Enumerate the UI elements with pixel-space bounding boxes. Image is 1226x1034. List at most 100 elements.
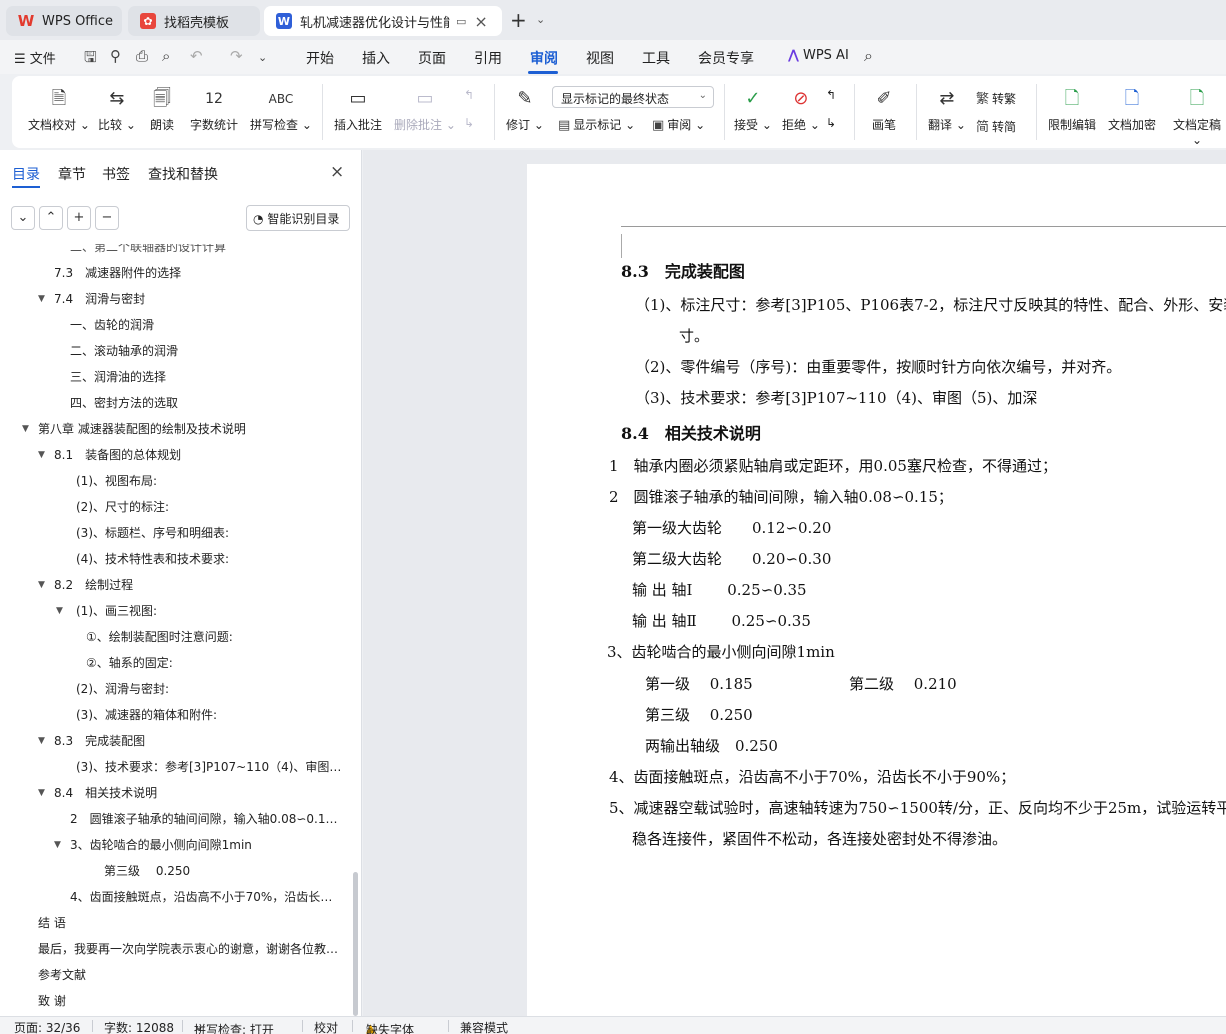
undo-icon[interactable]: ↶ bbox=[190, 47, 203, 65]
smart-toc-button[interactable]: ◔ 智能识别目录 bbox=[246, 205, 350, 231]
collapse-toggle-icon[interactable]: ▼ bbox=[54, 836, 61, 854]
share-icon[interactable]: ⚲ bbox=[110, 47, 121, 65]
redo-icon[interactable]: ↷ bbox=[230, 47, 243, 65]
insert-comment-button[interactable]: ▭ 插入批注 bbox=[334, 86, 382, 133]
chevron-down-icon[interactable]: ⌄ bbox=[258, 51, 267, 64]
window-icon[interactable]: ▭ bbox=[456, 15, 466, 28]
menu-member[interactable]: 会员专享 bbox=[698, 48, 754, 68]
toc-item[interactable]: ▼ 8.2 绘制过程 bbox=[38, 576, 340, 594]
toc-scrollbar[interactable] bbox=[353, 872, 358, 1016]
collapse-toggle-icon[interactable]: ▼ bbox=[38, 290, 45, 308]
page-indicator[interactable]: 页面: 32/36 bbox=[14, 1019, 80, 1034]
spell-check-status[interactable]: 拼写检查: 打开 ⌄ bbox=[194, 1019, 274, 1034]
collapse-toggle-icon[interactable]: ▼ bbox=[56, 602, 63, 620]
accept-button[interactable]: ✓ 接受 ⌄ bbox=[734, 86, 772, 133]
toc-item[interactable]: 一、齿轮的润滑 bbox=[70, 316, 340, 334]
add-heading-button[interactable]: + bbox=[67, 206, 91, 230]
print-icon[interactable]: ⎙ bbox=[136, 47, 148, 65]
toc-item[interactable]: ▼ 8.1 装备图的总体规划 bbox=[38, 446, 340, 464]
toc-item[interactable]: 2 圆锥滚子轴承的轴间间隙，输入轴0.08∽0.15； bbox=[70, 810, 342, 828]
collapse-all-button[interactable]: ⌃ bbox=[39, 206, 63, 230]
toc-item[interactable]: 四、密封方法的选取 bbox=[70, 394, 340, 412]
show-markup-button[interactable]: ▤ 显示标记 ⌄ bbox=[558, 116, 635, 133]
toc-item[interactable]: 第三级 0.250 bbox=[104, 862, 340, 880]
toc-item[interactable]: 最后，我要再一次向学院表示衷心的谢意，谢谢各位教授的指导 bbox=[38, 940, 342, 958]
toc-item[interactable]: 7.3 减速器附件的选择 bbox=[54, 264, 340, 282]
new-tab-icon[interactable]: + bbox=[510, 8, 527, 32]
translate-button[interactable]: ⇄ 翻译 ⌄ bbox=[928, 86, 966, 133]
collapse-toggle-icon[interactable]: ▼ bbox=[38, 576, 45, 594]
toc-item[interactable]: ▼ 3、齿轮啮合的最小侧向间隙1min bbox=[54, 836, 342, 854]
toc-item[interactable]: 三、润滑油的选择 bbox=[70, 368, 340, 386]
reject-button[interactable]: ⊘ 拒绝 ⌄ bbox=[782, 86, 820, 133]
collapse-toggle-icon[interactable]: ▼ bbox=[38, 784, 45, 802]
tab-toc[interactable]: 目录 bbox=[12, 164, 40, 184]
toc-item[interactable]: ▼ 第八章 减速器装配图的绘制及技术说明 bbox=[22, 420, 340, 438]
collapse-toggle-icon[interactable]: ▼ bbox=[38, 446, 45, 464]
menu-page[interactable]: 页面 bbox=[418, 48, 446, 68]
toc-item[interactable]: ▼ (1)、画三视图: bbox=[56, 602, 340, 620]
prev-comment-icon[interactable]: ↰ bbox=[464, 88, 474, 102]
print-preview-icon[interactable]: ⌕ bbox=[162, 47, 170, 65]
toc-item[interactable]: ①、绘制装配图时注意问题: bbox=[86, 628, 340, 646]
word-count-indicator[interactable]: 字数: 12088 bbox=[104, 1019, 174, 1034]
next-comment-icon[interactable]: ↳ bbox=[464, 116, 474, 130]
document-page[interactable]: 8.3 完成装配图 （1)、标注尺寸：参考[3]P105、P106表7-2，标注… bbox=[527, 164, 1226, 1016]
toc-item[interactable]: 二、第二个联轴器的设计计算 bbox=[70, 244, 340, 256]
to-traditional-button[interactable]: 繁转繁 bbox=[976, 88, 1016, 107]
menu-start[interactable]: 开始 bbox=[306, 48, 334, 68]
file-menu[interactable]: ☰ 文件 bbox=[14, 48, 56, 67]
to-simplified-button[interactable]: 简转简 bbox=[976, 116, 1016, 135]
markup-mode-select[interactable]: 显示标记的最终状态 ⌄ bbox=[552, 86, 714, 108]
tab-wps-office[interactable]: W WPS Office bbox=[6, 6, 122, 36]
collapse-toggle-icon[interactable]: ▼ bbox=[38, 732, 45, 750]
menu-reference[interactable]: 引用 bbox=[474, 48, 502, 68]
expand-all-button[interactable]: ⌄ bbox=[11, 206, 35, 230]
tab-bookmarks[interactable]: 书签 bbox=[102, 164, 130, 184]
word-count-button[interactable]: 12 字数统计 bbox=[190, 86, 238, 133]
close-tab-icon[interactable]: × bbox=[474, 12, 487, 31]
toc-item[interactable]: ▼ 8.3 完成装配图 bbox=[38, 732, 340, 750]
toc-item[interactable]: (1)、视图布局: bbox=[76, 472, 340, 490]
next-change-icon[interactable]: ↳ bbox=[826, 116, 836, 130]
pen-button[interactable]: ✐ 画笔 bbox=[872, 86, 896, 133]
toc-item[interactable]: ▼ 8.4 相关技术说明 bbox=[38, 784, 340, 802]
wps-ai-button[interactable]: ⋀ WPS AI bbox=[788, 48, 849, 63]
toc-item[interactable]: (3)、标题栏、序号和明细表: bbox=[76, 524, 340, 542]
track-changes-button[interactable]: ✎ 修订 ⌄ bbox=[506, 86, 544, 133]
menu-insert[interactable]: 插入 bbox=[362, 48, 390, 68]
toc-item[interactable]: 结 语 bbox=[38, 914, 340, 932]
toc-item[interactable]: 参考文献 bbox=[38, 966, 340, 984]
toc-item[interactable]: (3)、减速器的箱体和附件: bbox=[76, 706, 340, 724]
tab-current-document[interactable]: W 轧机减速器优化设计与性能分析 ▭ × bbox=[264, 6, 502, 36]
toc-item[interactable]: (4)、技术特性表和技术要求: bbox=[76, 550, 340, 568]
search-icon[interactable]: ⌕ bbox=[864, 46, 873, 66]
chevron-down-icon[interactable]: ⌄ bbox=[536, 13, 545, 26]
menu-tools[interactable]: 工具 bbox=[642, 48, 670, 68]
compare-button[interactable]: ⇆ 比较 ⌄ bbox=[98, 86, 136, 133]
toc-item[interactable]: ②、轴系的固定: bbox=[86, 654, 340, 672]
tab-daoke-templates[interactable]: ✿ 找稻壳模板 bbox=[128, 6, 260, 36]
menu-review[interactable]: 审阅 bbox=[530, 48, 558, 68]
tab-chapters[interactable]: 章节 bbox=[58, 164, 86, 184]
remove-heading-button[interactable]: − bbox=[95, 206, 119, 230]
restrict-edit-button[interactable]: 🗋 限制编辑 bbox=[1048, 86, 1096, 133]
delete-comment-button[interactable]: ▭ 删除批注 ⌄ bbox=[394, 86, 456, 133]
finalize-button[interactable]: 🗋 文档定稿 ⌄ bbox=[1168, 86, 1226, 147]
spell-check-button[interactable]: ABC 拼写检查 ⌄ bbox=[250, 86, 312, 133]
toc-item[interactable]: ▼ 7.4 润滑与密封 bbox=[38, 290, 340, 308]
encrypt-button[interactable]: 🗋 文档加密 bbox=[1108, 86, 1156, 133]
prev-change-icon[interactable]: ↰ bbox=[826, 88, 836, 102]
toc-item[interactable]: 二、滚动轴承的润滑 bbox=[70, 342, 340, 360]
save-icon[interactable]: 🖫 bbox=[84, 47, 97, 72]
tab-find-replace[interactable]: 查找和替换 bbox=[148, 164, 218, 184]
proof-status[interactable]: 校对 bbox=[314, 1019, 338, 1034]
review-pane-button[interactable]: ▣ 审阅 ⌄ bbox=[652, 116, 705, 133]
toc-item[interactable]: (2)、尺寸的标注: bbox=[76, 498, 340, 516]
collapse-toggle-icon[interactable]: ▼ bbox=[22, 420, 29, 438]
toc-item[interactable]: 致 谢 bbox=[38, 992, 340, 1010]
toc-item[interactable]: (3)、技术要求：参考[3]P107~110（4)、审图（5)、加深 bbox=[76, 758, 342, 776]
menu-view[interactable]: 视图 bbox=[586, 48, 614, 68]
toc-item[interactable]: 4、齿面接触斑点，沿齿高不小于70%，沿齿长不小于90%； bbox=[70, 888, 342, 906]
doc-check-button[interactable]: 🗎 文档校对 ⌄ bbox=[28, 86, 90, 133]
